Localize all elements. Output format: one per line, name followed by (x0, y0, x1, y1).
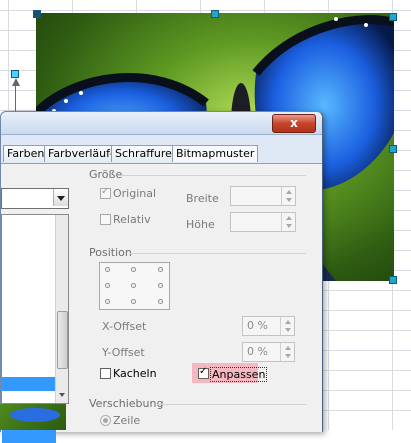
position-point[interactable] (158, 283, 163, 288)
radio-dot (103, 418, 108, 423)
y-offset-label: Y-Offset (102, 346, 145, 359)
tab-farben[interactable]: Farben (3, 145, 49, 162)
zeile-radio[interactable] (100, 415, 111, 426)
check-icon: ✓ (199, 366, 208, 377)
resize-handle-top-right[interactable] (389, 13, 397, 21)
relativ-checkbox[interactable] (100, 214, 111, 225)
position-point[interactable] (131, 299, 136, 304)
relativ-label: Relativ (113, 213, 151, 226)
resize-handle-top-left[interactable] (33, 10, 41, 18)
x-offset-value: 0 % (247, 319, 268, 332)
preview-wing (10, 408, 60, 422)
spin-down-icon[interactable] (285, 354, 291, 358)
spin-up-icon[interactable] (286, 190, 292, 194)
original-checkbox[interactable]: ✓ (100, 186, 111, 199)
original-label: Original (113, 187, 157, 200)
hoehe-label: Höhe (186, 218, 215, 231)
position-group-title: Position (89, 246, 132, 259)
tab-farbverlaeufe[interactable]: Farbverläufe (44, 145, 121, 162)
dropdown-button[interactable] (53, 189, 68, 206)
dialog-titlebar[interactable]: x (1, 112, 322, 135)
spin-down-icon[interactable] (286, 198, 292, 202)
x-offset-field[interactable]: 0 % (242, 316, 295, 336)
x-offset-label: X-Offset (102, 320, 147, 333)
hoehe-spinner[interactable] (281, 213, 295, 231)
position-point[interactable] (131, 283, 136, 288)
list-selected-item[interactable] (2, 429, 56, 443)
y-offset-value: 0 % (247, 345, 268, 358)
resize-handle-top-center[interactable] (211, 10, 219, 18)
chevron-down-icon (57, 196, 65, 201)
groesse-divider (122, 175, 306, 176)
bitmap-preview (0, 404, 66, 430)
spin-up-icon[interactable] (285, 320, 291, 324)
position-grid[interactable] (99, 262, 170, 310)
position-point[interactable] (105, 283, 110, 288)
close-button[interactable]: x (272, 114, 316, 133)
verschiebung-group-title: Verschiebung (89, 397, 164, 410)
anchor-arrow-icon (12, 78, 20, 86)
position-point[interactable] (158, 299, 163, 304)
spin-down-icon[interactable] (285, 328, 291, 332)
position-point[interactable] (105, 299, 110, 304)
y-offset-spinner[interactable] (280, 343, 294, 361)
tab-bitmapmuster[interactable]: Bitmapmuster (172, 145, 259, 162)
anpassen-label: Anpassen (210, 367, 268, 382)
kacheln-label: Kacheln (113, 367, 157, 380)
scrollbar-thumb[interactable] (57, 311, 68, 369)
resize-handle-middle-right[interactable] (389, 145, 397, 153)
breite-field[interactable] (230, 186, 296, 206)
list-selected-row[interactable] (2, 377, 56, 391)
spin-up-icon[interactable] (286, 216, 292, 220)
check-icon: ✓ (101, 186, 110, 197)
resize-handle-bottom-right[interactable] (389, 276, 397, 284)
verschiebung-divider (157, 404, 306, 405)
x-offset-spinner[interactable] (280, 317, 294, 335)
bitmap-combo[interactable] (1, 188, 69, 209)
anpassen-checkbox[interactable]: ✓ (198, 366, 209, 379)
breite-spinner[interactable] (281, 187, 295, 205)
spin-up-icon[interactable] (285, 346, 291, 350)
close-icon: x (290, 116, 298, 130)
position-point[interactable] (105, 267, 110, 272)
bitmap-list[interactable] (1, 214, 69, 443)
breite-label: Breite (186, 192, 219, 205)
hoehe-field[interactable] (230, 212, 296, 232)
position-point[interactable] (131, 267, 136, 272)
scroll-down-icon[interactable] (59, 393, 65, 397)
groesse-group-title: Größe (89, 168, 123, 181)
position-point[interactable] (158, 267, 163, 272)
anchor-handle[interactable] (11, 70, 19, 78)
zeile-label: Zeile (113, 414, 141, 427)
y-offset-field[interactable]: 0 % (242, 342, 295, 362)
position-divider (130, 253, 306, 254)
spin-down-icon[interactable] (286, 224, 292, 228)
kacheln-checkbox[interactable] (100, 368, 111, 379)
list-scrollbar[interactable] (55, 215, 68, 403)
